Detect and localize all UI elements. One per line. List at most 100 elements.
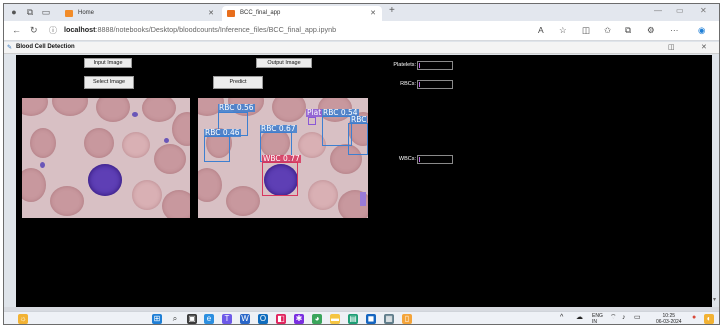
rbc-cell [142,98,176,122]
clock[interactable]: 10:25 06-03-2024 [656,313,682,325]
detection-label: RBC 0.67 [260,124,297,133]
rbc-cell [50,186,84,216]
search-icon[interactable]: ⌕ [170,314,180,324]
platelets-count-field [417,61,453,70]
copilot-taskbar-icon[interactable]: ◐ [704,314,714,324]
profile-icon[interactable]: ● [8,6,20,18]
platelets-label: Platelets: [393,62,416,68]
read-aloud-icon[interactable]: A [538,25,544,35]
wbc-cell [88,164,122,196]
copilot-icon[interactable]: ◉ [698,25,705,36]
rbc-cell [162,190,190,218]
address-bar: ← ↻ ⓘ localhost:8888/notebooks/Desktop/b… [4,21,719,41]
rbc-cell [272,98,306,122]
back-icon[interactable]: ← [12,25,21,35]
screen-frame: ● ⧉ ▭ Home ✕ BCC_final_app ✕ + — ▭ ✕ ← ↻… [3,3,720,325]
scroll-down-icon[interactable]: ▾ [713,296,716,303]
jupyter-icon [65,10,73,17]
close-tab-icon[interactable]: ✕ [208,6,214,21]
workspaces-icon[interactable]: ⧉ [24,6,36,18]
new-tab-button[interactable]: + [389,5,395,16]
rbc-cell [308,180,338,210]
show-hidden-icons-icon[interactable]: ^ [560,314,563,321]
tab-home[interactable]: Home ✕ [60,6,220,21]
favorite-star-icon[interactable]: ☆ [559,25,567,36]
predict-button[interactable]: Predict [213,76,263,89]
rbc-cell [198,168,222,202]
close-app-icon[interactable]: ✕ [701,43,707,51]
tab-label: BCC_final_app [240,10,281,16]
tab-bcc-final-app[interactable]: BCC_final_app ✕ [222,6,382,21]
favorites-icon[interactable]: ✩ [604,25,611,36]
windows-taskbar: ☼ ⊞ ⌕ ▣ e T W O ◧ ✱ ◕ ▬ ▤ ◼ ▦ ▯ ^ ☁ ENG … [4,311,719,325]
rbc-cell [154,144,186,174]
app-canvas: Input Image Output Image Select Image Pr… [16,55,712,307]
extensions-icon[interactable]: ⚙ [647,25,655,36]
clock-date: 06-03-2024 [656,319,682,325]
widgets-weather-icon[interactable]: ☼ [18,314,28,324]
rbc-cell [172,112,190,146]
tab-label: Home [78,10,95,16]
rbc-cell [96,98,130,122]
url-field[interactable]: localhost:8888/notebooks/Desktop/bloodco… [64,25,336,34]
site-info-icon[interactable]: ⓘ [49,25,57,36]
more-menu-button[interactable]: ··· [670,25,679,35]
photos-icon[interactable]: ▤ [348,314,358,324]
region-code: IN [592,319,597,325]
start-menu-icon[interactable]: ⊞ [152,314,162,324]
wbc-bounding-box [262,162,298,196]
wifi-icon[interactable]: ⌔ [610,314,617,321]
store-icon[interactable]: ◧ [276,314,286,324]
rbc-bounding-box [204,136,230,162]
output-detection-image: RBC 0.56 Plat RBC 0.54 RBC RBC 0.46 RBC … [198,98,368,218]
chrome-icon[interactable]: ◕ [312,314,322,324]
app-feather-icon: ✎ [7,45,13,51]
app-icon[interactable]: ✱ [294,314,304,324]
network-icon[interactable]: ☁ [576,314,583,321]
rbc-bounding-box [348,123,368,155]
rbcs-count-field [417,80,453,89]
rbc-cell [22,98,48,116]
close-tab-icon[interactable]: ✕ [370,6,376,21]
task-view-icon[interactable]: ▣ [187,314,197,324]
volume-icon[interactable]: ♪ [622,314,626,321]
jupyter-icon [227,10,235,17]
outlook-icon[interactable]: O [258,314,268,324]
word-icon[interactable]: W [240,314,250,324]
notepad-icon[interactable]: ▯ [402,314,412,324]
tab-actions-icon[interactable]: ▭ [40,6,52,18]
select-image-button[interactable]: Select Image [84,76,134,89]
rbcs-label: RBCs: [400,81,416,87]
maximize-icon[interactable]: ▭ [676,6,684,15]
detection-label: Plat [306,108,323,117]
rbc-cell [226,186,260,216]
teams-icon[interactable]: T [222,314,232,324]
refresh-icon[interactable]: ↻ [30,25,38,36]
platelet [164,138,169,143]
app-icon[interactable]: ◼ [366,314,376,324]
url-host: localhost [64,25,96,34]
language-indicator[interactable]: ENG IN [592,313,603,325]
detection-label: RBC 0.46 [204,128,241,137]
browser-tab-strip: ● ⧉ ▭ Home ✕ BCC_final_app ✕ + — ▭ ✕ [4,4,719,21]
detection-label: RBC 0.56 [218,103,255,112]
split-screen-icon[interactable]: ◫ [582,25,590,36]
minimize-icon[interactable]: — [654,6,662,15]
app-icon[interactable]: ▦ [384,314,394,324]
rbc-cell [22,168,46,202]
app-title-bar: ✎ Blood Cell Detection ◫ ✕ [4,42,719,54]
collections-icon[interactable]: ⧉ [625,25,631,36]
notification-icon[interactable]: ● [692,314,696,321]
input-blood-smear-image [22,98,190,218]
close-window-icon[interactable]: ✕ [700,6,707,15]
rbc-cell [122,132,150,158]
detection-label: RBC [350,115,368,124]
file-explorer-icon[interactable]: ▬ [330,314,340,324]
wbcs-count-field [417,155,453,164]
restore-icon[interactable]: ◫ [668,43,675,51]
wbcs-label: WBCs: [398,156,416,162]
input-image-label: Input Image [84,58,132,68]
edge-browser-icon[interactable]: e [204,314,214,324]
platelet [40,162,45,168]
battery-icon[interactable]: ▭ [634,314,641,321]
